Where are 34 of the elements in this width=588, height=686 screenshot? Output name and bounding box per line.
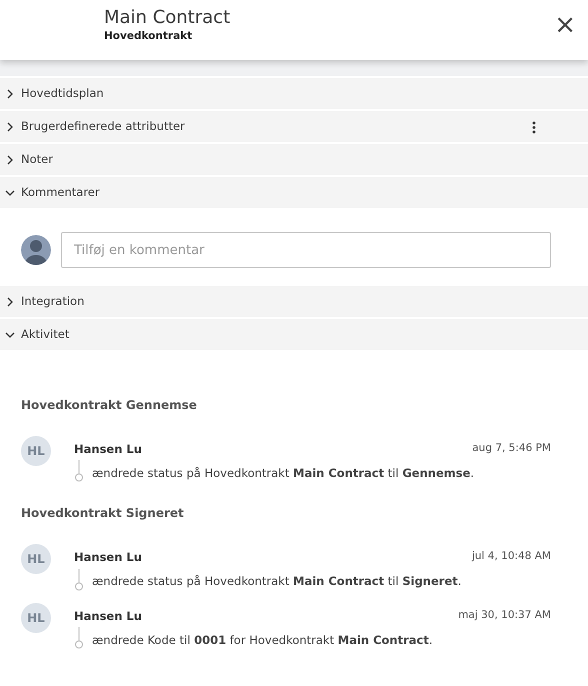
timestamp: maj 30, 10:37 AM (458, 608, 551, 622)
user-avatar-icon (21, 235, 51, 265)
activity-group-title: Hovedkontrakt Signeret (21, 505, 185, 522)
section-title: Brugerdefinerede attributter (21, 118, 185, 135)
timestamp: jul 4, 10:48 AM (472, 549, 551, 564)
user-avatar: HL (21, 544, 51, 574)
section-title: Hovedtidsplan (21, 84, 104, 102)
activity-message: ændrede status på Hovedkontrakt Main Contract til Gennemse. (92, 465, 474, 482)
panel-subtitle: Hovedkontrakt (104, 29, 192, 44)
user-avatar: HL (21, 436, 51, 466)
section-title: Integration (21, 292, 84, 310)
section-header[interactable]: Kommentarer (0, 177, 588, 208)
timeline-node-icon (74, 568, 84, 590)
panel-title: Main Contract (104, 7, 230, 29)
section-header[interactable]: Aktivitet (0, 319, 588, 350)
section-title: Kommentarer (21, 184, 100, 201)
timestamp: aug 7, 5:46 PM (472, 441, 551, 456)
timeline-node-icon (74, 460, 84, 482)
section-title: Aktivitet (21, 326, 70, 343)
activity-message: ændrede Kode til 0001 for Hovedkontrakt Main Contract. (92, 632, 433, 648)
close-button[interactable]: × (550, 12, 580, 38)
activity-message: ændrede status på Hovedkontrakt Main Contract til Signeret. (92, 573, 462, 590)
section-header[interactable]: Integration (0, 286, 588, 317)
timeline-node-icon (74, 626, 84, 649)
section-header[interactable]: Noter (0, 144, 588, 175)
section-header[interactable]: Hovedtidsplan (0, 78, 588, 109)
section-header[interactable]: Brugerdefinerede attributter (0, 111, 588, 142)
section-title: Noter (21, 150, 53, 168)
user-name: Hansen Lu (74, 549, 142, 566)
user-avatar: HL (21, 602, 51, 632)
comment-input[interactable]: Tilføj en kommentar (61, 232, 551, 268)
activity-group-title: Hovedkontrakt Gennemse (21, 397, 198, 414)
user-name: Hansen Lu (74, 608, 142, 624)
user-name: Hansen Lu (74, 441, 142, 458)
